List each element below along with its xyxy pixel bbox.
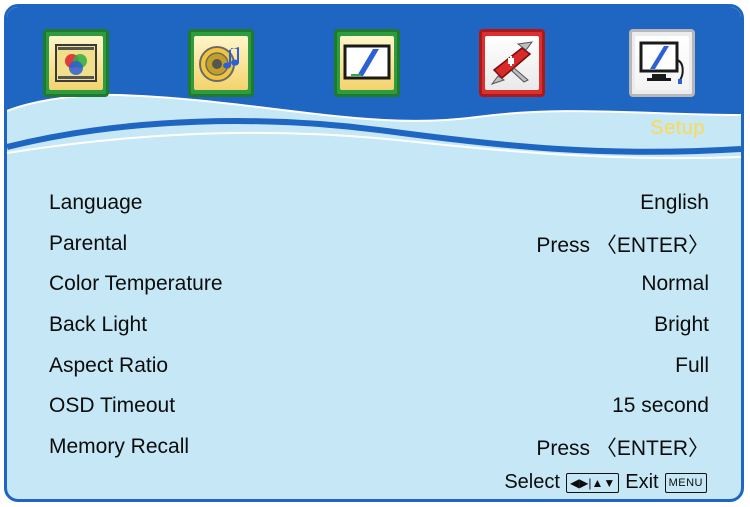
setting-value: Full — [675, 353, 709, 377]
setting-value: Press 〈ENTER〉 — [536, 436, 709, 460]
setting-value: Press 〈ENTER〉 — [536, 233, 709, 257]
menu-header: Setup — [7, 7, 741, 167]
tab-picture[interactable] — [43, 29, 109, 97]
setting-language[interactable]: Language English — [7, 183, 741, 224]
setting-parental[interactable]: Parental Press 〈ENTER〉 — [7, 224, 741, 265]
osd-menu: Setup Language English Parental Press 〈E… — [4, 4, 744, 502]
setting-aspect-ratio[interactable]: Aspect Ratio Full — [7, 345, 741, 386]
key-hints: Select ◀▶|▲▼ Exit MENU — [504, 471, 707, 494]
picture-rgb-icon — [55, 44, 97, 82]
setting-label: Back Light — [49, 313, 148, 337]
setting-label: Memory Recall — [49, 434, 190, 458]
tools-knife-icon — [490, 41, 534, 85]
setting-value: Bright — [654, 313, 709, 337]
setting-label: Language — [49, 191, 143, 215]
tab-tools[interactable] — [479, 29, 545, 97]
audio-speaker-icon — [199, 46, 239, 82]
tab-screen[interactable] — [334, 29, 400, 97]
tab-audio[interactable] — [188, 29, 254, 97]
select-hint-label: Select — [504, 471, 560, 493]
setting-label: OSD Timeout — [49, 394, 176, 418]
tab-setup[interactable] — [629, 29, 695, 97]
setting-value: 15 second — [612, 394, 709, 418]
setting-memory-recall[interactable]: Memory Recall Press 〈ENTER〉 — [7, 427, 741, 468]
setting-label: Aspect Ratio — [49, 353, 169, 377]
setting-back-light[interactable]: Back Light Bright — [7, 305, 741, 346]
settings-list: Language English Parental Press 〈ENTER〉 … — [7, 183, 741, 467]
setting-label: Parental — [49, 231, 128, 255]
setting-osd-timeout[interactable]: OSD Timeout 15 second — [7, 386, 741, 427]
setting-value: English — [640, 191, 709, 215]
active-tab-title: Setup — [650, 117, 705, 139]
exit-hint-label: Exit — [625, 471, 659, 493]
arrow-keys-icon: ◀▶|▲▼ — [565, 472, 620, 493]
setup-monitor-icon — [639, 41, 684, 84]
menu-key-icon: MENU — [664, 472, 707, 493]
screen-icon — [343, 44, 391, 80]
setting-label: Color Temperature — [49, 272, 223, 296]
setting-value: Normal — [641, 272, 709, 296]
setting-color-temperature[interactable]: Color Temperature Normal — [7, 264, 741, 305]
